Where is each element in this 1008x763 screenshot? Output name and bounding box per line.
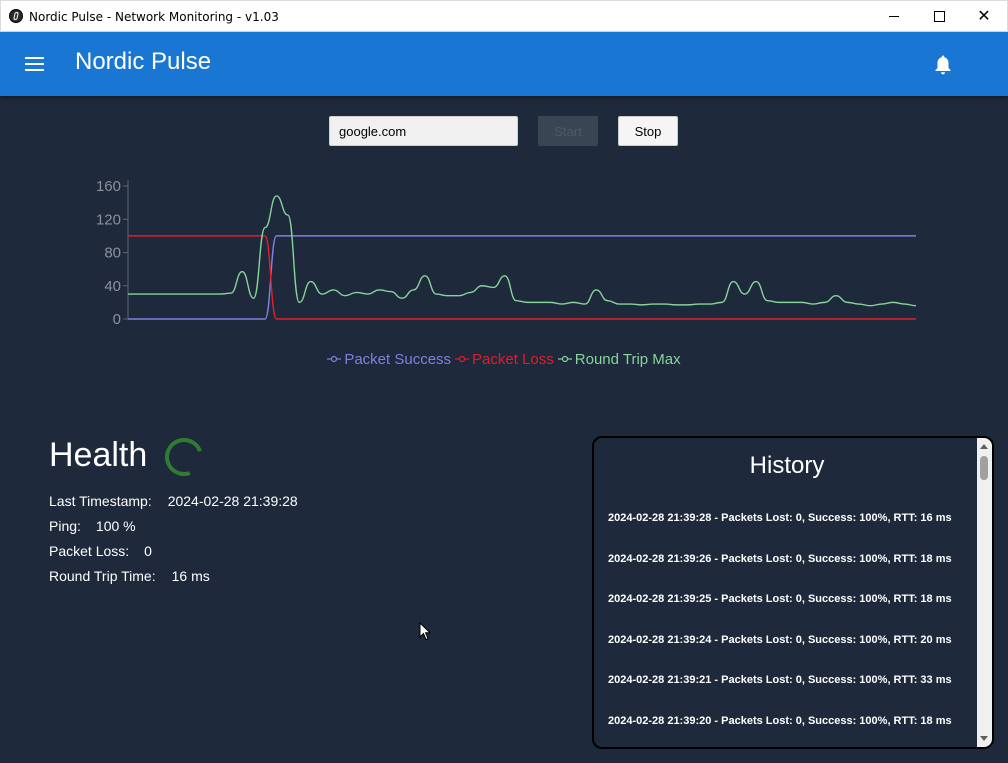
host-input[interactable] bbox=[329, 116, 518, 146]
maximize-icon bbox=[933, 10, 945, 22]
stat-value: 0 bbox=[144, 543, 152, 559]
notification-bell-icon[interactable] bbox=[933, 54, 953, 76]
history-panel[interactable]: History 2024-02-28 21:39:28 - Packets Lo… bbox=[592, 436, 994, 749]
app-bar: Nordic Pulse bbox=[0, 32, 1008, 96]
history-entry: 2024-02-28 21:39:21 - Packets Lost: 0, S… bbox=[608, 674, 952, 687]
legend-item[interactable]: Packet Success bbox=[327, 351, 451, 368]
legend-label: Packet Success bbox=[344, 350, 452, 368]
app-title: Nordic Pulse bbox=[75, 48, 212, 75]
minimize-icon bbox=[889, 15, 899, 17]
window-title: Nordic Pulse - Network Monitoring - v1.0… bbox=[29, 10, 279, 24]
history-list: 2024-02-28 21:39:28 - Packets Lost: 0, S… bbox=[608, 512, 978, 747]
mouse-cursor-icon bbox=[419, 622, 431, 641]
hamburger-menu-icon[interactable] bbox=[25, 57, 44, 71]
history-title: History bbox=[749, 452, 825, 479]
stat-value: 16 ms bbox=[171, 568, 210, 584]
series-line-round-trip-max bbox=[127, 195, 917, 307]
stop-button[interactable]: Stop bbox=[618, 116, 678, 146]
history-scrollbar[interactable] bbox=[977, 438, 992, 747]
stat-label: Round Trip Time: bbox=[49, 568, 156, 584]
legend-label: Packet Loss bbox=[472, 350, 554, 368]
scroll-down-icon[interactable] bbox=[980, 736, 988, 741]
network-chart: 0 40 80 120 160 bbox=[96, 178, 917, 328]
loading-spinner-icon bbox=[165, 438, 203, 476]
y-tick-label: 0 bbox=[113, 311, 121, 328]
y-tick-label: 40 bbox=[104, 278, 121, 295]
legend-item[interactable]: Packet Loss bbox=[455, 351, 554, 368]
chart-legend: Packet Success Packet Loss Round Trip Max bbox=[0, 350, 1008, 368]
window-title-bar: Nordic Pulse - Network Monitoring - v1.0… bbox=[0, 0, 1008, 32]
stat-label: Ping: bbox=[49, 518, 81, 534]
close-window-button[interactable]: ✕ bbox=[961, 1, 1007, 31]
history-entry: 2024-02-28 21:39:24 - Packets Lost: 0, S… bbox=[608, 633, 952, 646]
stat-label: Packet Loss: bbox=[49, 543, 130, 559]
maximize-button[interactable] bbox=[916, 1, 962, 31]
legend-marker-icon bbox=[557, 355, 572, 363]
scroll-up-icon[interactable] bbox=[980, 444, 988, 449]
history-entry: 2024-02-28 21:39:25 - Packets Lost: 0, S… bbox=[608, 593, 952, 606]
close-icon: ✕ bbox=[977, 6, 991, 25]
legend-marker-icon bbox=[455, 355, 470, 363]
y-tick-label: 80 bbox=[104, 245, 121, 262]
stat-value: 2024-02-28 21:39:28 bbox=[167, 493, 298, 509]
scroll-thumb[interactable] bbox=[980, 456, 988, 480]
legend-label: Round Trip Max bbox=[574, 350, 681, 368]
legend-marker-icon bbox=[327, 355, 342, 363]
history-entry: 2024-02-28 21:39:26 - Packets Lost: 0, S… bbox=[608, 552, 952, 565]
stat-last-timestamp: Last Timestamp: 2024-02-28 21:39:28 bbox=[49, 493, 298, 509]
history-entry: 2024-02-28 21:39:20 - Packets Lost: 0, S… bbox=[608, 714, 952, 727]
stat-ping: Ping: 100 % bbox=[49, 518, 136, 534]
stat-label: Last Timestamp: bbox=[49, 493, 152, 509]
stat-value: 100 % bbox=[95, 518, 136, 534]
stat-round-trip-time: Round Trip Time: 16 ms bbox=[49, 568, 210, 584]
legend-item[interactable]: Round Trip Max bbox=[557, 350, 681, 368]
y-tick-label: 120 bbox=[96, 211, 121, 228]
health-title: Health bbox=[49, 436, 148, 474]
minimize-button[interactable] bbox=[871, 1, 917, 31]
stat-packet-loss: Packet Loss: 0 bbox=[49, 543, 152, 559]
y-tick-label: 160 bbox=[96, 178, 121, 195]
app-logo-icon bbox=[9, 9, 23, 23]
start-button[interactable]: Start bbox=[538, 116, 598, 146]
history-entry: 2024-02-28 21:39:28 - Packets Lost: 0, S… bbox=[608, 512, 952, 524]
